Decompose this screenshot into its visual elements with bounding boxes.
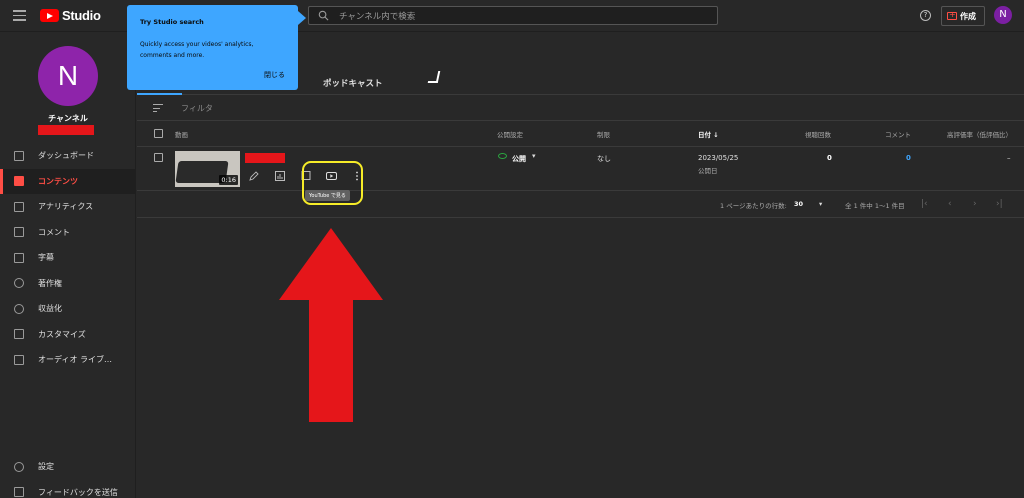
header-video: 動画	[175, 131, 188, 139]
dashboard-icon	[14, 150, 24, 161]
search-input[interactable]: チャンネル内で検索	[308, 6, 718, 25]
filter-icon	[153, 104, 163, 112]
sidebar-item-label: 著作権	[38, 278, 62, 288]
header-views[interactable]: 視聴回数	[805, 129, 831, 139]
redaction-mark	[245, 153, 285, 163]
header-likes[interactable]: 高評価率（低評価比）	[947, 129, 1012, 139]
header-visibility[interactable]: 公開設定	[497, 129, 523, 139]
youtube-studio-logo[interactable]: Studio	[40, 8, 101, 23]
header-comments[interactable]: コメント	[885, 129, 911, 139]
redaction-mark	[38, 125, 94, 135]
audio-library-icon	[14, 354, 24, 365]
sidebar-item-subtitles[interactable]: 字幕	[0, 245, 136, 271]
content-icon	[14, 176, 24, 187]
customize-icon	[14, 329, 24, 340]
channel-label: チャンネル	[48, 114, 88, 123]
help-icon[interactable]: ?	[920, 10, 931, 21]
sidebar-item-customize[interactable]: カスタマイズ	[0, 322, 136, 348]
comments-value[interactable]: 0	[906, 154, 911, 162]
sidebar-nav: ダッシュボード コンテンツ アナリティクス コメント 字幕 著作権 収益化 カス…	[0, 143, 136, 373]
sidebar-item-label: 収益化	[38, 304, 62, 314]
sidebar-item-label: コメント	[38, 227, 70, 237]
likes-value: –	[1007, 154, 1011, 162]
sidebar-item-dashboard[interactable]: ダッシュボード	[0, 143, 136, 169]
rows-per-page-label: 1 ページあたりの行数:	[720, 202, 787, 210]
menu-icon[interactable]	[13, 10, 26, 21]
channel-avatar[interactable]: N	[38, 46, 98, 106]
table-row[interactable]: 0:16 YouTube で見る 公開 ▾ なし 2023/05/25 公開日 …	[137, 147, 1024, 205]
sidebar-item-analytics[interactable]: アナリティクス	[0, 194, 136, 220]
views-value: 0	[827, 154, 832, 162]
logo-text: Studio	[62, 8, 101, 23]
monetization-icon	[14, 303, 24, 314]
sidebar-item-copyright[interactable]: 著作権	[0, 271, 136, 297]
sidebar-item-content[interactable]: コンテンツ	[0, 168, 136, 194]
visibility-value[interactable]: 公開	[512, 154, 526, 164]
last-page-icon[interactable]: ›|	[996, 199, 1003, 209]
sidebar-item-label: オーディオ ライブ…	[38, 355, 112, 365]
rows-per-page-dropdown-icon[interactable]: ▾	[819, 200, 822, 208]
page-range: 全 1 件中 1～1 件目	[845, 202, 905, 210]
account-avatar[interactable]: N	[994, 6, 1012, 24]
copyright-icon	[14, 278, 24, 289]
edit-icon[interactable]	[249, 171, 259, 181]
table-header: 動画 公開設定 制限 日付 ↓ 視聴回数 コメント 高評価率（低評価比）	[137, 121, 1024, 147]
restrictions-value: なし	[597, 155, 611, 163]
sidebar-item-label: 字幕	[38, 253, 54, 263]
search-placeholder: チャンネル内で検索	[339, 12, 416, 22]
tab-podcasts[interactable]: ポッドキャスト	[323, 77, 383, 89]
sidebar-item-label: フィードバックを送信	[38, 487, 118, 497]
main-content: ト ポッドキャスト フィルタ 動画 公開設定 制限 日付 ↓ 視聴回数 コメント…	[137, 33, 1024, 498]
sidebar-bottom-nav: 設定 フィードバックを送信	[0, 454, 136, 498]
sidebar-item-monetization[interactable]: 収益化	[0, 296, 136, 322]
sidebar-item-comments[interactable]: コメント	[0, 220, 136, 246]
sidebar-item-label: アナリティクス	[38, 202, 94, 212]
search-icon	[318, 10, 329, 21]
filter-bar[interactable]: フィルタ	[137, 95, 1024, 121]
row-checkbox[interactable]	[154, 153, 163, 162]
feedback-icon	[14, 487, 24, 498]
annotation-arrow	[279, 228, 383, 422]
public-visibility-icon	[498, 153, 507, 159]
header-restrictions[interactable]: 制限	[597, 129, 610, 139]
previous-page-icon[interactable]: ‹	[948, 199, 952, 209]
visibility-dropdown-icon[interactable]: ▾	[532, 152, 536, 160]
subtitles-icon	[14, 252, 24, 263]
sidebar-item-label: 設定	[38, 462, 54, 472]
sidebar-item-settings[interactable]: 設定	[0, 454, 136, 480]
next-page-icon[interactable]: ›	[973, 199, 977, 209]
create-button[interactable]: 作成	[941, 6, 985, 26]
sidebar-item-label: コンテンツ	[38, 176, 78, 186]
analytics-icon	[14, 201, 24, 212]
video-duration: 0:16	[219, 175, 238, 185]
date-label: 公開日	[698, 167, 718, 175]
create-label: 作成	[960, 11, 976, 21]
rows-per-page-value[interactable]: 30	[794, 200, 803, 208]
popup-body: Quickly access your videos' analytics, c…	[140, 41, 254, 59]
sidebar-item-label: カスタマイズ	[38, 329, 86, 339]
sidebar: N チャンネル ダッシュボード コンテンツ アナリティクス コメント 字幕 著作…	[0, 33, 136, 498]
settings-icon	[14, 461, 24, 472]
popup-close-button[interactable]: 閉じる	[264, 70, 285, 80]
filter-placeholder: フィルタ	[181, 104, 213, 113]
video-thumbnail[interactable]: 0:16	[175, 151, 240, 187]
comments-icon	[14, 227, 24, 238]
sidebar-item-audio-library[interactable]: オーディオ ライブ…	[0, 347, 136, 373]
select-all-checkbox[interactable]	[154, 129, 163, 138]
analytics-icon[interactable]	[275, 171, 285, 181]
first-page-icon[interactable]: |‹	[921, 199, 928, 209]
date-value: 2023/05/25	[698, 154, 739, 162]
youtube-logo-icon	[40, 9, 59, 22]
create-video-icon	[947, 10, 957, 20]
sidebar-item-label: ダッシュボード	[38, 151, 94, 161]
search-hint-popup: Try Studio search Quickly access your vi…	[127, 5, 306, 90]
popup-title: Try Studio search	[140, 18, 204, 26]
header-date[interactable]: 日付 ↓	[698, 129, 719, 139]
pagination: 1 ページあたりの行数: 30 ▾ 全 1 件中 1～1 件目 |‹ ‹ › ›…	[137, 191, 1024, 218]
sidebar-item-feedback[interactable]: フィードバックを送信	[0, 480, 136, 498]
